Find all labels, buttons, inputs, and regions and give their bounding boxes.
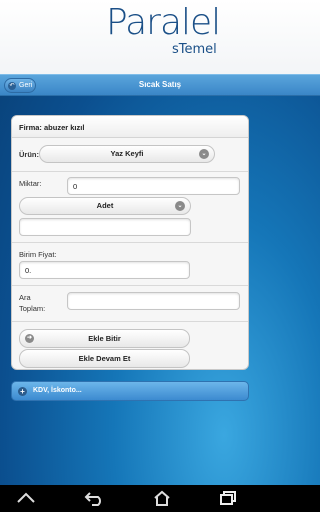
toplam-label: Toplam:	[19, 304, 46, 313]
nav-up-button[interactable]	[6, 485, 46, 512]
ara-toplam-input[interactable]	[67, 292, 240, 310]
back-button-label: Geri	[19, 82, 33, 89]
paralel-logo: Paralel sTemel	[96, 2, 228, 68]
nav-up-icon	[17, 492, 35, 503]
miktar-label: Miktar:	[19, 179, 42, 188]
unit-extra-input[interactable]	[19, 218, 191, 236]
unit-select[interactable]: Adet ⌄	[19, 197, 191, 215]
ekle-devam-button[interactable]: Ekle Devam Et	[19, 349, 190, 368]
miktar-input[interactable]: 0	[67, 177, 240, 195]
logo-sub-text: sTemel	[172, 42, 217, 57]
urun-select[interactable]: Yaz Keyfi ⌄	[39, 145, 215, 163]
ekle-devam-label: Ekle Devam Et	[78, 354, 131, 363]
row-divider	[12, 321, 248, 322]
nav-recent-button[interactable]	[208, 485, 248, 512]
nav-back-icon	[84, 492, 101, 506]
logo-bar: Paralel sTemel	[0, 0, 320, 74]
unit-select-value: Adet	[96, 201, 114, 210]
ekle-bitir-label: Ekle Bitir	[88, 334, 121, 343]
birim-fiyat-label: Birim Fiyat:	[19, 250, 57, 259]
urun-select-value: Yaz Keyfi	[110, 149, 144, 158]
birim-fiyat-input[interactable]: 0.	[19, 261, 190, 279]
nav-home-button[interactable]	[142, 485, 182, 512]
collapsible-label: KDV, İskonto...	[33, 387, 82, 394]
nav-back-button[interactable]	[74, 485, 114, 512]
header-bar: Sıcak Satış ↶ Geri	[0, 74, 320, 96]
circle-arrow-icon: ➜	[25, 334, 34, 343]
order-form-card: Firma: abuzer kızıl Ürün: Yaz Keyfi ⌄ Mi…	[11, 115, 249, 370]
plus-icon: +	[18, 387, 27, 396]
nav-recent-apps-icon	[220, 491, 236, 505]
row-divider	[12, 285, 248, 286]
ekle-bitir-button[interactable]: ➜ Ekle Bitir	[19, 329, 190, 348]
nav-home-icon	[154, 490, 170, 506]
kdv-iskonto-collapsible[interactable]: + KDV, İskonto...	[11, 381, 249, 401]
chevron-down-icon: ⌄	[175, 201, 185, 211]
firma-label: Firma: abuzer kızıl	[12, 116, 248, 138]
chevron-down-icon: ⌄	[199, 149, 209, 159]
row-divider	[12, 171, 248, 172]
ara-label: Ara	[19, 293, 31, 302]
logo-main-text: Paralel	[106, 2, 221, 43]
back-arrow-icon: ↶	[8, 81, 16, 90]
system-nav-bar	[0, 485, 320, 512]
page-title: Sıcak Satış	[138, 80, 182, 89]
row-divider	[12, 242, 248, 243]
back-button[interactable]: ↶ Geri	[4, 78, 36, 93]
urun-label: Ürün:	[19, 150, 39, 159]
